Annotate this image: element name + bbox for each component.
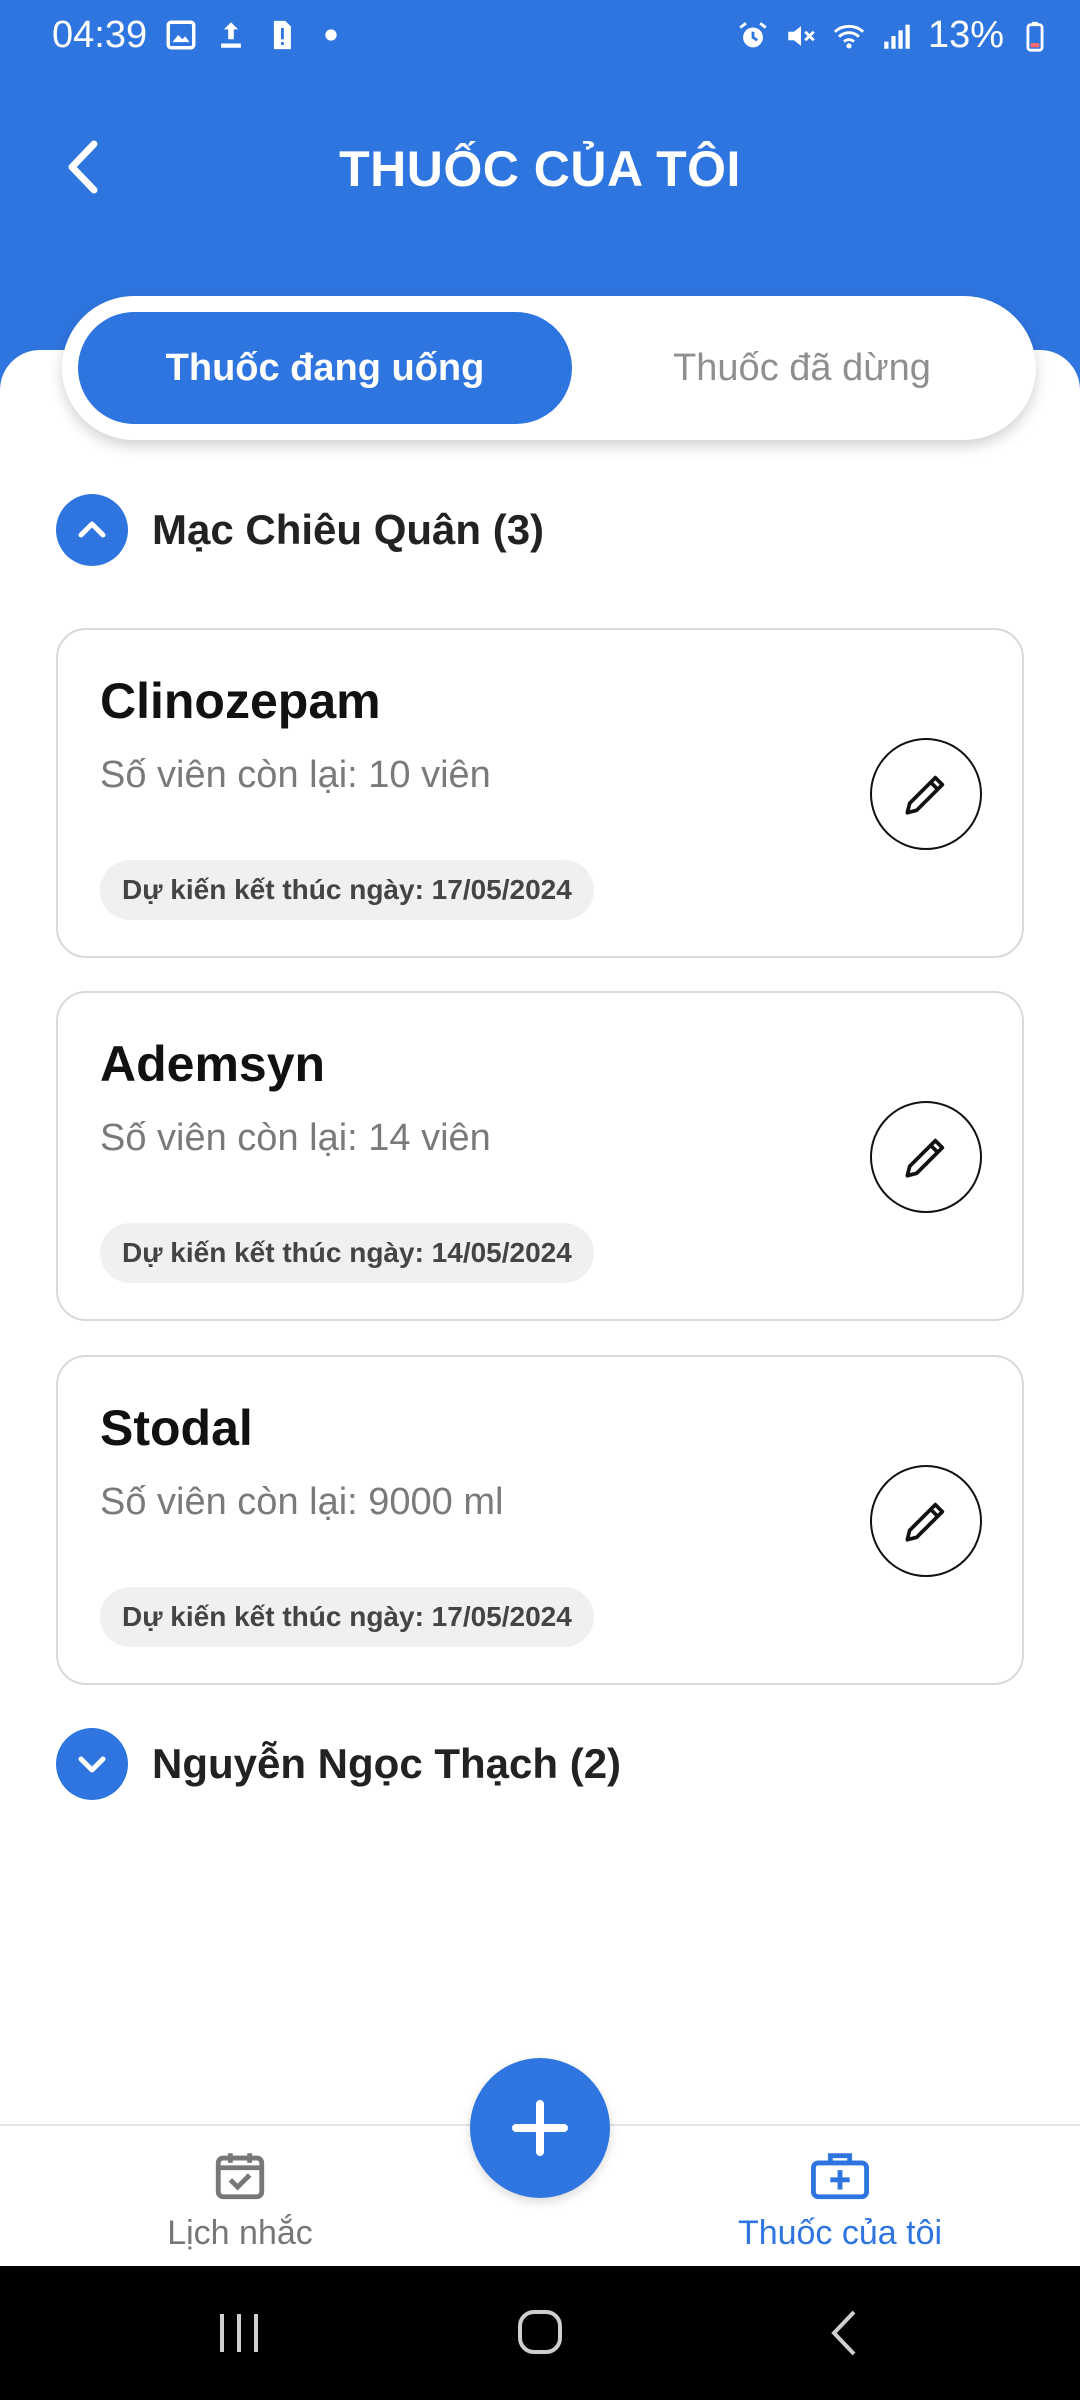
nav-item-reminders[interactable]: Lịch nhắc bbox=[140, 2146, 340, 2253]
medicine-remaining: Số viên còn lại: 14 viên bbox=[100, 1117, 491, 1159]
edit-button[interactable] bbox=[870, 1101, 982, 1213]
pencil-icon bbox=[905, 775, 945, 815]
medicine-remaining: Số viên còn lại: 10 viên bbox=[100, 754, 491, 796]
tab-current-medicines[interactable]: Thuốc đang uống bbox=[78, 312, 572, 424]
battery-percent: 13% bbox=[927, 14, 1004, 56]
chevron-up-icon bbox=[78, 521, 106, 538]
calendar-check-icon bbox=[215, 2153, 265, 2200]
signal-icon bbox=[884, 24, 910, 49]
medicine-remaining: Số viên còn lại: 9000 ml bbox=[100, 1481, 504, 1523]
status-bar: 04:39 13% bbox=[0, 0, 1080, 76]
pencil-icon bbox=[905, 1502, 945, 1542]
tab-stopped-medicines[interactable]: Thuốc đã dừng bbox=[582, 312, 1022, 424]
end-date-chip: Dự kiến kết thúc ngày: 17/05/2024 bbox=[100, 1587, 594, 1647]
plus-icon bbox=[512, 2100, 568, 2156]
end-date-chip: Dự kiến kết thúc ngày: 14/05/2024 bbox=[100, 1223, 594, 1283]
medicine-card[interactable]: Clinozepam Số viên còn lại: 10 viên Dự k… bbox=[56, 628, 1024, 958]
nav-label-my-medicines: Thuốc của tôi bbox=[737, 2214, 943, 2252]
page-title: THUỐC CỦA TÔI bbox=[339, 141, 741, 197]
nav-item-my-medicines[interactable]: Thuốc của tôi bbox=[700, 2146, 980, 2253]
group-toggle[interactable] bbox=[56, 1728, 128, 1800]
upload-icon bbox=[221, 22, 241, 48]
wifi-icon bbox=[833, 24, 865, 48]
group-toggle[interactable] bbox=[56, 494, 128, 566]
medicine-name: Ademsyn bbox=[100, 1036, 326, 1092]
edit-button[interactable] bbox=[870, 738, 982, 850]
mute-icon bbox=[788, 25, 815, 46]
system-navigation-bar bbox=[0, 2266, 1080, 2400]
medicine-name: Stodal bbox=[100, 1400, 253, 1456]
group-title: Nguyễn Ngọc Thạch (2) bbox=[152, 1740, 622, 1787]
medicine-card[interactable]: Ademsyn Số viên còn lại: 14 viên Dự kiến… bbox=[56, 991, 1024, 1321]
dot-icon bbox=[325, 29, 337, 41]
medicine-name: Clinozepam bbox=[100, 673, 381, 729]
status-time: 04:39 bbox=[52, 14, 148, 56]
group-header[interactable]: Mạc Chiêu Quân (3) bbox=[56, 494, 544, 566]
alert-card-icon bbox=[273, 20, 291, 50]
pencil-icon bbox=[905, 1138, 945, 1178]
medical-kit-icon bbox=[811, 2153, 869, 2200]
group-header[interactable]: Nguyễn Ngọc Thạch (2) bbox=[56, 1728, 621, 1800]
edit-button[interactable] bbox=[870, 1465, 982, 1577]
chevron-down-icon bbox=[78, 1756, 106, 1773]
medicine-tabs: Thuốc đang uống Thuốc đã dừng bbox=[62, 296, 1036, 440]
alarm-icon bbox=[739, 21, 767, 47]
end-date-chip: Dự kiến kết thúc ngày: 17/05/2024 bbox=[100, 860, 594, 920]
recent-apps-icon[interactable] bbox=[204, 2306, 274, 2360]
nav-label-reminders: Lịch nhắc bbox=[167, 2214, 313, 2252]
image-icon bbox=[166, 20, 196, 50]
status-left-icons bbox=[164, 18, 348, 52]
status-right: 13% bbox=[736, 14, 1052, 57]
home-icon[interactable] bbox=[505, 2306, 575, 2360]
battery-icon bbox=[1026, 21, 1044, 52]
add-medicine-button[interactable] bbox=[470, 2058, 610, 2198]
group-title: Mạc Chiêu Quân (3) bbox=[152, 506, 545, 553]
system-back-icon[interactable] bbox=[810, 2306, 880, 2360]
medicine-card[interactable]: Stodal Số viên còn lại: 9000 ml Dự kiến … bbox=[56, 1355, 1024, 1685]
